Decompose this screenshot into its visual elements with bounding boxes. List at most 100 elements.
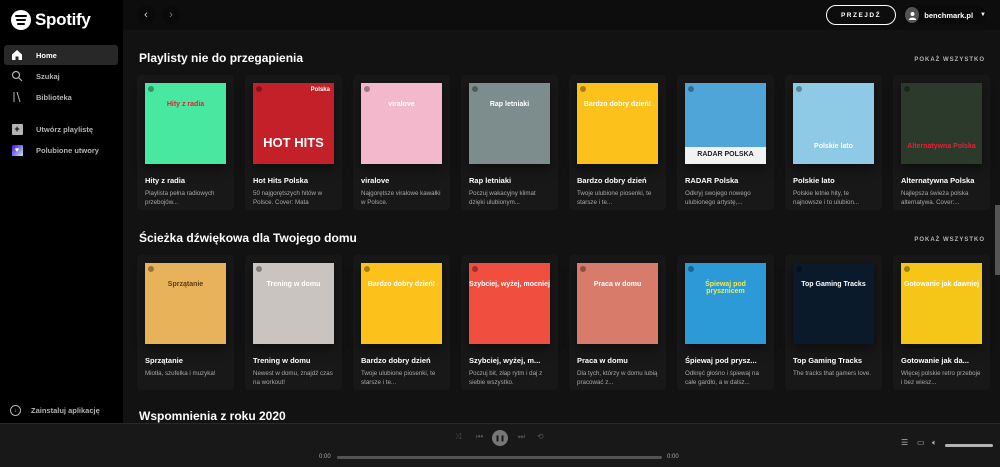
playlist-card[interactable]: Gotowanie jak dawniej Gotowanie jak da...… [893,255,990,390]
cover-title: HOT HITS [263,135,324,150]
playlist-card[interactable]: Śpiewaj pod prysznicem Śpiewaj pod prysz.… [677,255,774,390]
upgrade-button[interactable]: PRZEJDŹ [826,5,896,25]
cover-title: Bardzo dobry dzień! [367,281,436,288]
card-description: Odkryj swojego nowego ulubionego artystę… [685,190,751,206]
card-title: Hot Hits Polska [253,176,309,185]
card-description: Najgorętsze viralowe kawałki w Polsce. [361,190,441,206]
card-title: RADAR Polska [685,176,739,185]
cover-title: Praca w domu [593,281,642,288]
card-description: Najlepsza świeża polska alternatywa. Cov… [901,190,969,206]
card-title: Sprzątanie [145,356,183,365]
card-title: Bardzo dobry dzień [361,356,431,365]
playlist-card[interactable]: Alternatywna Polska Alternatywna Polska Na… [893,75,990,210]
avatar [905,7,920,23]
spotify-mark-icon [580,86,586,92]
nav-search[interactable]: Szukaj [4,66,118,86]
playlist-card[interactable]: Praca w domu Praca w domu Dla tych, którzy… [569,255,666,390]
card-row: Hity z radia Hity z radia Playlista pełna … [137,75,990,210]
download-icon: ↓ [10,405,21,416]
back-button[interactable]: ‹ [137,6,155,24]
playlist-card[interactable]: Polska HOT HITS Hot Hits Polska 50 najgoręt… [245,75,342,210]
create-playlist-label: Utwórz playlistę [36,124,94,134]
playlist-card[interactable]: RADAR POLSKA RADAR Polska Odkryj swojego n… [677,75,774,210]
repeat-icon[interactable]: ⟲ [537,432,544,441]
playlist-card[interactable]: Rap letniaki Rap letniaki Poczuj wakacyjny… [461,75,558,210]
card-description: Poczuj wakacyjny klimat dzięki ulubionym… [469,190,536,206]
playlist-card[interactable]: Hity z radia Hity z radia Playlista pełna … [137,75,234,210]
progress-bar[interactable] [337,456,662,459]
playlist-card[interactable]: Sprzątanie Sprzątanie Miotła, szufelka i m… [137,255,234,390]
see-all-link[interactable]: POKAŻ WSZYSTKO [914,57,985,63]
see-all-link[interactable]: POKAŻ WSZYSTKO [914,237,985,243]
playlist-card[interactable]: Szybciej, wyżej, mocniej Szybciej, wyżej,… [461,255,558,390]
spotify-mark-icon [796,86,802,92]
nav-library[interactable]: Biblioteka [4,87,118,107]
playlist-cover: Szybciej, wyżej, mocniej [469,263,550,344]
shuffle-icon[interactable]: ⤨ [455,432,461,442]
card-title: Polskie lato [793,176,835,185]
playlist-card[interactable]: Bardzo dobry dzień! Bardzo dobry dzień Two… [353,255,450,390]
liked-songs-label: Polubione utwory [36,145,99,155]
card-title: Trening w domu [253,356,311,365]
create-playlist-button[interactable]: + Utwórz playlistę [4,119,118,139]
spotify-mark-icon [796,266,802,272]
playlist-card[interactable]: Trening w domu Trening w domu Newest w dom… [245,255,342,390]
nav-home[interactable]: Home [4,45,118,65]
cover-title: Top Gaming Tracks [801,281,866,288]
previous-icon[interactable]: ⏮ [476,432,483,442]
playlist-cover: Polska HOT HITS [253,83,334,164]
cover-title: Hity z radia [166,101,205,108]
playlist-card[interactable]: Bardzo dobry dzień! Bardzo dobry dzień Two… [569,75,666,210]
time-total: 0:00 [667,454,679,460]
spotify-mark-icon [688,86,694,92]
card-title: Rap letniaki [469,176,512,185]
playlist-cover: Top Gaming Tracks [793,263,874,344]
spotify-mark-icon [256,266,262,272]
spotify-logo-icon [11,10,31,30]
card-description: The tracks that gamers love. [793,370,872,377]
spotify-mark-icon [148,86,154,92]
playlist-card[interactable]: viralove viralove Najgorętsze viralowe kaw… [353,75,450,210]
next-icon[interactable]: ⏭ [518,432,525,442]
cover-title: viralove [388,101,415,108]
chevron-right-icon: › [169,9,173,21]
liked-songs-button[interactable]: ♥ Polubione utwory [4,140,118,160]
queue-icon[interactable]: ☰ [901,438,908,447]
install-app-button[interactable]: ↓ Zainstaluj aplikację [10,405,100,416]
cover-title: Polskie lato [814,143,853,150]
spotify-logo[interactable]: Spotify [11,10,91,30]
devices-icon[interactable]: ▭ [917,438,925,447]
card-description: Odkręć głośno i śpiewaj na całe gardło, … [685,370,759,386]
play-pause-button[interactable]: ❚❚ [492,430,508,446]
card-title: Hity z radia [145,176,186,185]
playlist-cover: Bardzo dobry dzień! [361,263,442,344]
search-icon [10,69,24,83]
volume-slider[interactable] [945,444,993,447]
playlist-card[interactable]: Top Gaming Tracks Top Gaming Tracks The tr… [785,255,882,390]
home-icon [10,48,24,62]
nav-library-label: Biblioteka [36,92,72,102]
forward-button[interactable]: › [162,6,180,24]
volume-icon[interactable]: 🔈︎ [932,438,937,448]
card-title: Gotowanie jak da... [901,356,969,365]
spotify-mark-icon [364,266,370,272]
card-description: Polskie letnie hity, te najnowsze i to u… [793,190,860,206]
card-title: Śpiewaj pod prysz... [685,356,757,365]
cover-title: Śpiewaj pod prysznicem [705,281,746,295]
section-title: Ścieżka dźwiękowa dla Twojego domu [139,231,357,245]
scrollbar[interactable] [995,205,1000,275]
playlist-cover: Praca w domu [577,263,658,344]
playlist-cover: RADAR POLSKA [685,83,766,164]
username: benchmark.pl [924,10,974,20]
cover-title: Gotowanie jak dawniej [903,281,980,288]
spotify-mark-icon [364,86,370,92]
cover-title: Trening w domu [266,281,321,288]
chevron-left-icon: ‹ [144,9,148,21]
spotify-mark-icon [472,266,478,272]
playlist-cover: Sprzątanie [145,263,226,344]
cover-title: Bardzo dobry dzień! [583,101,652,108]
user-menu[interactable]: benchmark.pl ▼ [903,5,986,25]
playlist-card[interactable]: Polskie lato Polskie lato Polskie letnie h… [785,75,882,210]
cover-title: Sprzątanie [167,281,204,288]
playlist-cover: Alternatywna Polska [901,83,982,164]
